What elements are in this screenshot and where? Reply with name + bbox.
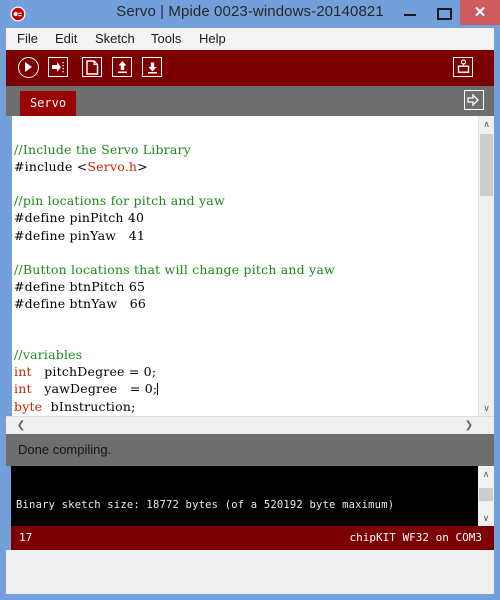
console-scroll-down-icon[interactable]: ∨ (478, 510, 494, 526)
menu-bar: File Edit Sketch Tools Help (6, 28, 494, 50)
close-icon: ✕ (473, 4, 487, 21)
maximize-icon (437, 8, 452, 20)
code-token-plain: > (137, 159, 148, 175)
menu-item-file[interactable]: File (12, 30, 43, 48)
code-line: byte bInstruction; (14, 398, 464, 415)
code-token-plain: #include < (14, 159, 88, 175)
maximize-button[interactable] (426, 0, 460, 25)
editor-vertical-scrollbar[interactable]: ∧ ∨ (478, 116, 494, 416)
tab-arrow-icon[interactable] (464, 90, 484, 110)
serial-monitor-button[interactable] (453, 57, 475, 79)
console-output: Binary sketch size: 18772 bytes (of a 52… (16, 499, 395, 511)
minimize-icon (404, 14, 416, 16)
console-scrollbar[interactable]: ∧ ∨ (478, 466, 494, 526)
code-editor[interactable]: //Include the Servo Library #include <Ser… (6, 116, 494, 416)
code-token-keyword: byte (14, 398, 43, 414)
code-line: //Include the Servo Library (14, 141, 464, 158)
console-scroll-thumb[interactable] (479, 488, 493, 501)
upload-arrow-glyph (52, 62, 64, 73)
code-token-plain: bInstruction; (42, 398, 136, 414)
window-body: File Edit Sketch Tools Help Servo //Incl… (6, 28, 494, 594)
tab-arrow-glyph (467, 93, 479, 107)
board-indicator: chipKIT WF32 on COM3 (349, 531, 482, 544)
code-line: //Button locations that will change pitc… (14, 261, 464, 278)
play-triangle-icon (25, 62, 32, 72)
close-button[interactable]: ✕ (460, 0, 500, 25)
console-scroll-up-icon[interactable]: ∧ (478, 466, 494, 482)
code-line: #define btnYaw 66 (14, 295, 464, 312)
code-token-comment: //pin locations for pitch and yaw (14, 193, 225, 209)
save-arrow-glyph (148, 62, 157, 74)
code-token-keyword: int (14, 364, 32, 380)
code-token-plain: #define btnYaw 66 (14, 295, 147, 311)
mpide-window: Servo | Mpide 0023-windows-20140821 ✕ Fi… (0, 0, 500, 600)
toolbar (6, 50, 494, 86)
console-panel[interactable]: Binary sketch size: 18772 bytes (of a 52… (6, 466, 494, 526)
open-arrow-glyph (118, 61, 127, 73)
menu-item-tools[interactable]: Tools (146, 30, 186, 48)
minimize-button[interactable] (393, 0, 427, 25)
code-token-plain: yawDegree = 0; (31, 381, 158, 397)
title-bar: Servo | Mpide 0023-windows-20140821 ✕ (0, 0, 500, 28)
code-token-plain: #define btnPitch 65 (14, 278, 146, 294)
code-token-plain: #define pinYaw 41 (14, 227, 146, 243)
code-line: #define pinYaw 41 (14, 227, 464, 244)
code-line: #define btnPitch 65 (14, 278, 464, 295)
code-token-plain: #define pinPitch 40 (14, 210, 145, 226)
statusbar-left-stripe (6, 526, 11, 550)
save-button[interactable] (142, 57, 164, 79)
scroll-up-icon[interactable]: ∧ (479, 116, 494, 132)
editor-horizontal-scrollbar[interactable]: ❮ ❯ (6, 416, 494, 434)
menu-item-help[interactable]: Help (194, 30, 231, 48)
code-token-comment: //variables (14, 347, 83, 363)
code-token-string: Servo.h (87, 159, 138, 175)
verify-button[interactable] (18, 57, 40, 79)
menu-item-sketch[interactable]: Sketch (90, 30, 140, 48)
scroll-down-icon[interactable]: ∨ (479, 400, 494, 416)
code-line: int pitchDegree = 0; (14, 363, 464, 380)
page-glyph (86, 60, 99, 75)
code-line: //variables (14, 346, 464, 363)
tab-servo[interactable]: Servo (20, 91, 76, 116)
status-bar: 17 chipKIT WF32 on COM3 (6, 526, 494, 550)
tab-bar: Servo (6, 86, 494, 116)
text-cursor (157, 383, 159, 396)
status-message-text: Done compiling. (18, 442, 112, 457)
status-message-bar: Done compiling. (6, 434, 494, 466)
monitor-glyph (457, 59, 470, 73)
code-line: #include <Servo.h> (14, 158, 464, 175)
new-button[interactable] (82, 57, 104, 79)
code-line: //pin locations for pitch and yaw (14, 192, 464, 209)
scroll-right-icon[interactable]: ❯ (460, 417, 478, 434)
code-line: #define pinPitch 40 (14, 209, 464, 226)
open-button[interactable] (112, 57, 134, 79)
line-number-indicator: 17 (19, 531, 33, 544)
vertical-scroll-thumb[interactable] (480, 134, 493, 196)
upload-button[interactable] (48, 57, 70, 79)
code-token-comment: //Button locations that will change pitc… (14, 261, 335, 277)
menu-item-edit[interactable]: Edit (50, 30, 82, 48)
code-token-plain: pitchDegree = 0; (31, 364, 157, 380)
code-line: int yawDegree = 0; (14, 380, 464, 397)
code-text[interactable]: //Include the Servo Library #include <Ser… (14, 124, 464, 415)
code-token-comment: //Include the Servo Library (14, 142, 191, 158)
code-token-keyword: int (14, 381, 32, 397)
editor-left-stripe (6, 116, 12, 416)
console-left-stripe (6, 466, 11, 526)
scroll-left-icon[interactable]: ❮ (12, 417, 30, 434)
